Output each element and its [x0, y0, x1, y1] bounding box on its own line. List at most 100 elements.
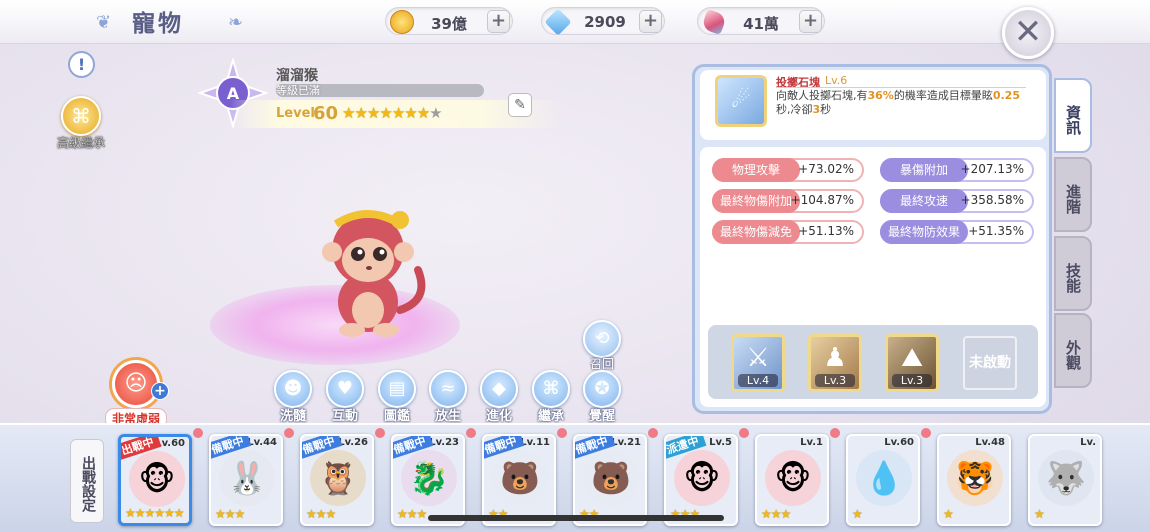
advanced-inherit-label: 高級繼承: [56, 136, 105, 150]
heart-drop-icon: [921, 428, 931, 438]
tab-appearance[interactable]: 外觀: [1054, 313, 1092, 388]
skill-description: 向敵人投擲石塊,有36%的機率造成目標暈眩0.25 秒,冷卻3秒: [776, 89, 1026, 117]
crystal-resource: 41萬 +: [697, 7, 825, 36]
rune-level: Lv.4: [738, 374, 778, 387]
pet-card[interactable]: 🐻 Lv.11 ★★ 備戰中: [482, 434, 556, 526]
recall-button[interactable]: ⟲ 召回: [580, 320, 624, 372]
pet-card-level: Lv.21: [611, 437, 641, 448]
pet-card[interactable]: 🐵 Lv.1 ★★★: [755, 434, 829, 526]
dna-icon: ⌘: [532, 370, 570, 408]
pet-card-level: Lv.48: [975, 437, 1005, 448]
interact-button[interactable]: ♥ 互動: [320, 370, 370, 424]
rune-slot[interactable]: ⛰ Lv.3: [885, 334, 939, 392]
crystal-value: 41萬: [743, 15, 779, 33]
stat-name: 最終攻速: [880, 189, 968, 213]
rune-slot[interactable]: ⚔ Lv.4: [731, 334, 785, 392]
pet-card[interactable]: 🐵 Lv.5 ★★★ 派遣中: [664, 434, 738, 526]
star-filled-icon: ★: [379, 104, 392, 122]
awaken-button[interactable]: ✪ 覺醒: [577, 370, 627, 424]
tab-advanced[interactable]: 進階: [1054, 157, 1092, 232]
star-filled-icon: ★: [416, 104, 430, 122]
pet-card-stars: ★★★: [761, 507, 791, 521]
recall-icon: ⟲: [583, 320, 621, 358]
pet-card-stars: ★★★: [306, 507, 336, 521]
pet-card-stars: ★★★: [397, 507, 427, 521]
pet-card-level: Lv.44: [247, 437, 277, 448]
pet-card[interactable]: 💧 Lv.60 ★: [846, 434, 920, 526]
feed-plus-button[interactable]: +: [151, 382, 169, 400]
stat-name: 暴傷附加: [880, 158, 968, 182]
desc-text: 秒: [820, 103, 832, 116]
pet-card[interactable]: 🐵 Lv.60 ★★★★★★ 出戰中: [118, 434, 192, 526]
stat-value: +358.58%: [960, 193, 1024, 207]
pet-card[interactable]: 🐰 Lv.44 ★★★ 備戰中: [209, 434, 283, 526]
desc-chance: 36%: [867, 89, 894, 102]
star-filled-icon: ★: [342, 104, 355, 122]
diamond-icon: [544, 8, 572, 36]
codex-label: 圖鑑: [383, 409, 410, 424]
pet-card[interactable]: 🐉 Lv.23 ★★★ 備戰中: [391, 434, 465, 526]
stat-row: 最終攻速 +358.58%: [880, 189, 1034, 213]
pet-card-level: Lv.11: [520, 437, 550, 448]
pet-portrait-icon: 🐵: [129, 451, 185, 507]
close-button[interactable]: ✕: [1002, 7, 1054, 59]
inactive-slot[interactable]: 未啟動: [963, 336, 1017, 390]
star-filled-icon: ★: [391, 104, 405, 122]
exp-status: 等級已滿: [276, 84, 320, 97]
pet-card-level: Lv.26: [338, 437, 368, 448]
heart-drop-icon: [375, 428, 385, 438]
meteor-skill-icon[interactable]: ☄: [715, 75, 767, 127]
pet-card-level: Lv.5: [709, 437, 732, 448]
pet-card[interactable]: 🐻 Lv.21 ★★ 備戰中: [573, 434, 647, 526]
pencil-icon: ✎: [514, 97, 526, 113]
fish-icon: ≈: [429, 370, 467, 408]
pet-card[interactable]: 🐺 Lv. ★: [1028, 434, 1102, 526]
evolve-label: 進化: [485, 409, 512, 424]
evolve-button[interactable]: ◆ 進化: [474, 370, 524, 424]
edit-name-button[interactable]: ✎: [508, 93, 532, 117]
sword-rune-icon: ⚔: [746, 343, 770, 373]
wing-right-icon: ❧: [228, 12, 244, 33]
add-crystal-button[interactable]: +: [799, 10, 822, 33]
heart-drop-icon: [648, 428, 658, 438]
mood-indicator[interactable]: ☹ + 非常虛弱: [96, 360, 176, 429]
add-gold-button[interactable]: +: [487, 10, 510, 33]
inherit-button[interactable]: ⌘ 繼承: [526, 370, 576, 424]
person-rune-icon: ♟: [823, 343, 847, 373]
awaken-label: 覺醒: [588, 409, 615, 424]
heart-drop-icon: [557, 428, 567, 438]
gold-value: 39億: [431, 15, 467, 33]
tab-info[interactable]: 資訊: [1054, 78, 1092, 153]
add-diamond-button[interactable]: +: [639, 10, 662, 33]
stat-name: 物理攻擊: [712, 158, 800, 182]
rune-slot[interactable]: ♟ Lv.3: [808, 334, 862, 392]
tab-skills[interactable]: 技能: [1054, 236, 1092, 311]
stat-row: 暴傷附加 +207.13%: [880, 158, 1034, 182]
rune-level: Lv.3: [892, 374, 932, 387]
desc-text: 秒,冷卻: [776, 103, 813, 116]
pet-portrait-icon: 💧: [856, 450, 912, 506]
star-filled-icon: ★: [404, 104, 417, 122]
divider: [776, 87, 1026, 88]
release-button[interactable]: ≈ 放生: [423, 370, 473, 424]
pet-portrait-icon: 🐉: [401, 450, 457, 506]
pet-card-level: Lv.1: [800, 437, 823, 448]
home-indicator[interactable]: [428, 515, 724, 521]
crystal-evolve-icon: ◆: [480, 370, 518, 408]
desc-text: 的機率造成目標暈眩: [893, 89, 993, 102]
advanced-inherit-button[interactable]: ⌘ 高級繼承: [52, 96, 110, 151]
pet-card-stars: ★: [1034, 507, 1045, 521]
stat-value: +51.13%: [798, 224, 854, 238]
stat-value: +73.02%: [798, 162, 854, 176]
heart-drop-icon: [193, 428, 203, 438]
star-filled-icon: ★: [366, 104, 380, 122]
wash-button[interactable]: ☻ 洗髓: [268, 370, 318, 424]
pet-card[interactable]: 🐯 Lv.48 ★: [937, 434, 1011, 526]
pet-card[interactable]: 🦉 Lv.26 ★★★ 備戰中: [300, 434, 374, 526]
stat-value: +207.13%: [960, 162, 1024, 176]
diamond-value: 2909: [584, 13, 626, 31]
heart-drop-icon: [739, 428, 749, 438]
codex-button[interactable]: ▤ 圖鑑: [372, 370, 422, 424]
deploy-settings-button[interactable]: 出戰設定: [70, 439, 104, 523]
info-button[interactable]: !: [68, 51, 95, 78]
